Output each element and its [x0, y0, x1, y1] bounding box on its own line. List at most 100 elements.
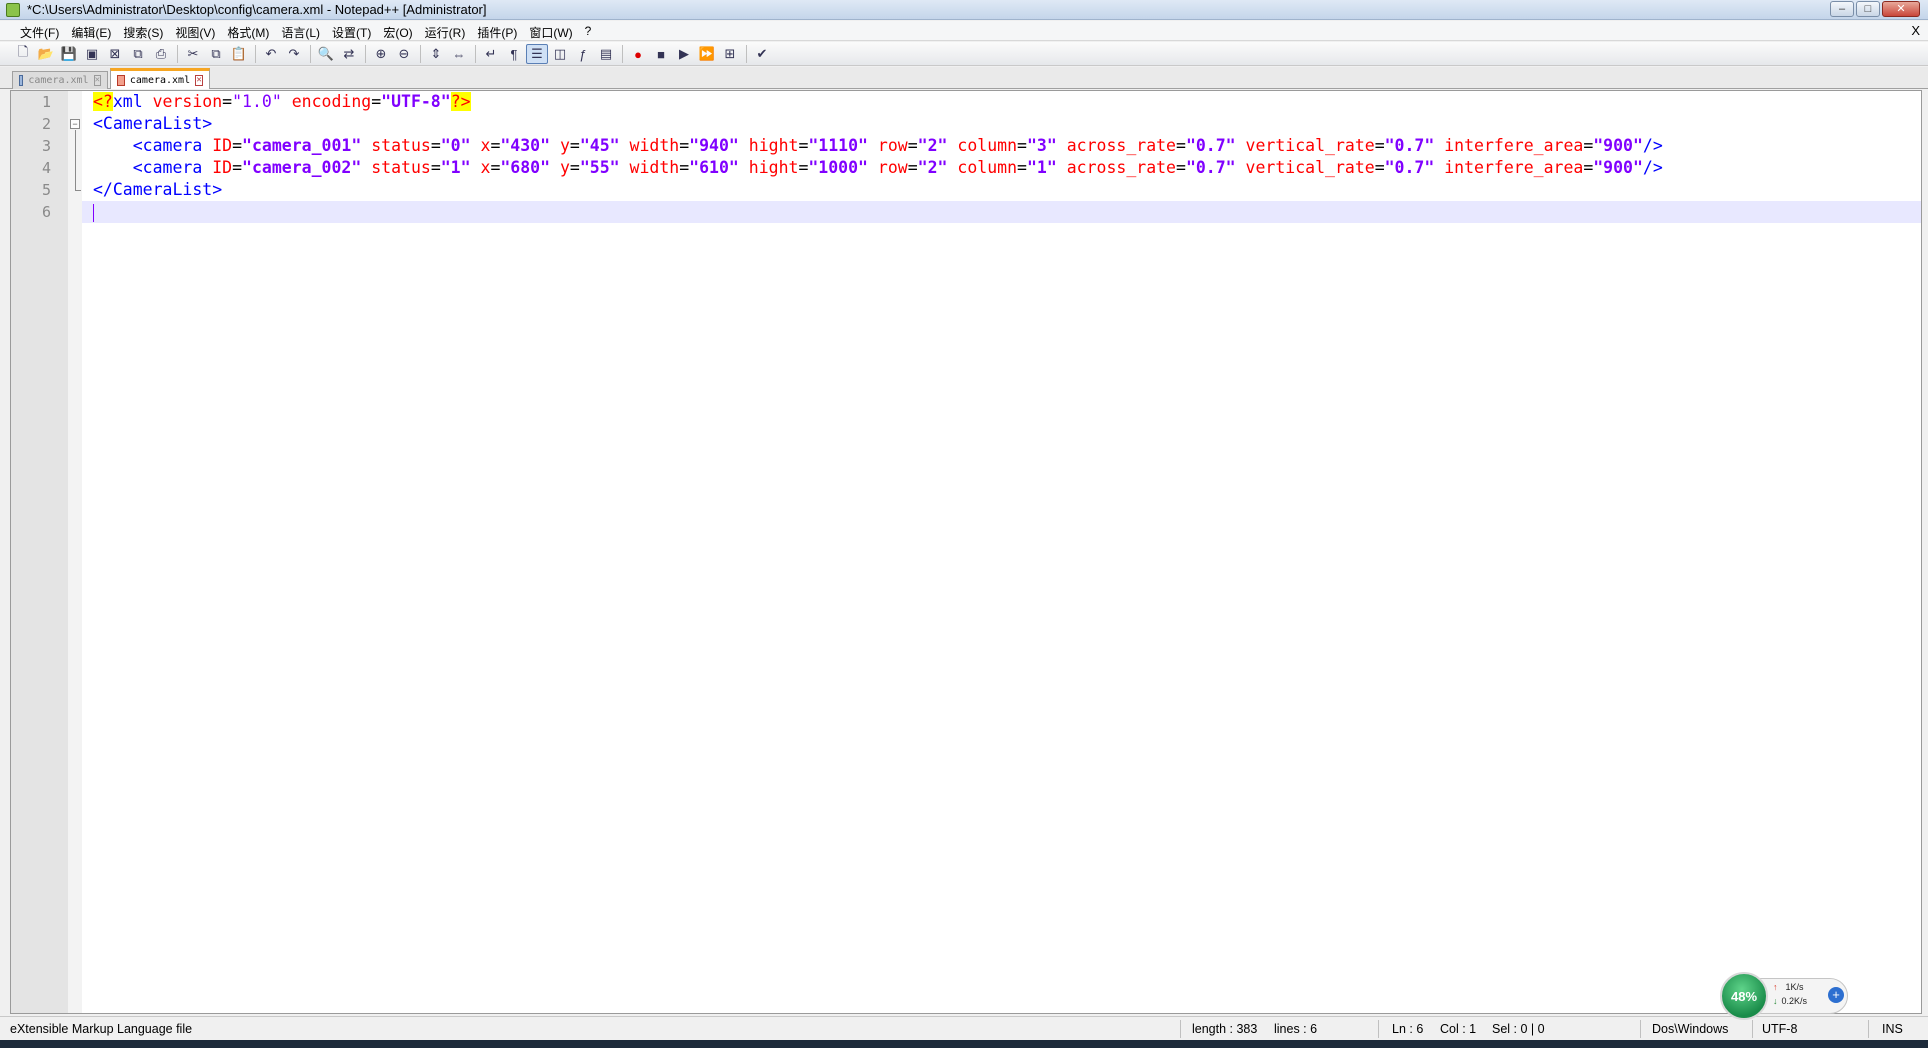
status-sel: Sel : 0 | 0 — [1492, 1022, 1545, 1036]
indent-guide-icon[interactable]: ☰ — [526, 44, 548, 64]
status-separator — [1180, 1020, 1181, 1038]
close-button[interactable]: ✕ — [1882, 1, 1920, 17]
status-encoding[interactable]: UTF-8 — [1762, 1022, 1797, 1036]
sync-horizontal-icon[interactable]: ⇔ — [448, 44, 470, 64]
editor-area[interactable]: 1 2 3 4 5 6 − <?xml version="1.0" encodi… — [10, 90, 1922, 1014]
maximize-button[interactable]: □ — [1856, 1, 1880, 17]
redo-icon[interactable]: ↷ — [283, 44, 305, 64]
line-number-gutter[interactable]: 1 2 3 4 5 6 — [11, 91, 68, 1013]
toolbar-separator — [746, 45, 747, 63]
code-line-6-current[interactable] — [82, 201, 1921, 223]
word-wrap-icon[interactable]: ↵ — [480, 44, 502, 64]
xml-decl-close: ?> — [450, 92, 471, 111]
tab-close-icon[interactable]: ✕ — [93, 75, 101, 86]
toolbar-separator — [177, 45, 178, 63]
status-bar: eXtensible Markup Language file length :… — [0, 1016, 1928, 1040]
close-all-icon[interactable]: ⧉ — [127, 44, 149, 64]
zoom-out-icon[interactable]: ⊖ — [393, 44, 415, 64]
user-define-lang-icon[interactable]: ◫ — [549, 44, 571, 64]
menu-window[interactable]: 窗口(W) — [523, 23, 578, 42]
print-icon[interactable]: ⎙ — [150, 44, 172, 64]
code-line-5[interactable]: </CameraList> — [82, 179, 1921, 201]
menu-list: 文件(F) 编辑(E) 搜索(S) 视图(V) 格式(M) 语言(L) 设置(T… — [14, 23, 597, 42]
status-eol[interactable]: Dos\Windows — [1652, 1022, 1728, 1036]
menu-format[interactable]: 格式(M) — [221, 23, 275, 42]
code-line-4[interactable]: <camera ID="camera_002" status="1" x="68… — [82, 157, 1921, 179]
taskbar-strip — [0, 1040, 1928, 1048]
title-bar[interactable]: *C:\Users\Administrator\Desktop\config\c… — [0, 0, 1928, 20]
line-number: 2 — [41, 115, 51, 133]
minimize-button[interactable]: – — [1830, 1, 1854, 17]
upload-speed-value: 1K/s — [1785, 982, 1804, 992]
undo-icon[interactable]: ↶ — [260, 44, 282, 64]
save-all-icon[interactable]: ▣ — [81, 44, 103, 64]
sync-vertical-icon[interactable]: ⇕ — [425, 44, 447, 64]
code-line-1[interactable]: <?xml version="1.0" encoding="UTF-8"?> — [82, 91, 1921, 113]
window-title: *C:\Users\Administrator\Desktop\config\c… — [27, 2, 487, 17]
open-file-icon[interactable]: 📂 — [35, 44, 57, 64]
copy-icon[interactable]: ⧉ — [205, 44, 227, 64]
download-arrow-icon: ↓ — [1773, 996, 1778, 1006]
code-text-area[interactable]: <?xml version="1.0" encoding="UTF-8"?> <… — [82, 91, 1921, 1013]
stop-macro-icon[interactable]: ■ — [650, 44, 672, 64]
save-macro-icon[interactable]: ⊞ — [719, 44, 741, 64]
code-line-2[interactable]: <CameraList> — [82, 113, 1921, 135]
toolbar-separator — [420, 45, 421, 63]
line-number: 3 — [41, 137, 51, 155]
saved-file-icon — [19, 75, 24, 86]
record-macro-icon[interactable]: ● — [627, 44, 649, 64]
menu-settings[interactable]: 设置(T) — [326, 23, 377, 42]
notepadpp-app-icon[interactable] — [6, 3, 20, 17]
play-macro-icon[interactable]: ▶ — [673, 44, 695, 64]
network-monitor-widget[interactable]: 48% ↑ 1K/s ↓ 0.2K/s + — [1720, 972, 1848, 1020]
xml-decl-name: xml — [112, 92, 143, 111]
attr-value: "UTF-8" — [381, 92, 451, 111]
menu-help[interactable]: ? — [579, 23, 598, 42]
status-insert-mode[interactable]: INS — [1882, 1022, 1903, 1036]
line-number: 1 — [41, 93, 51, 111]
cut-icon[interactable]: ✂ — [182, 44, 204, 64]
paste-icon[interactable]: 📋 — [228, 44, 250, 64]
close-icon[interactable]: ⊠ — [104, 44, 126, 64]
save-icon[interactable]: 💾 — [58, 44, 80, 64]
function-list-icon[interactable]: ƒ — [572, 44, 594, 64]
zoom-in-icon[interactable]: ⊕ — [370, 44, 392, 64]
menu-view[interactable]: 视图(V) — [169, 23, 221, 42]
tab-camera-xml-2[interactable]: camera.xml ✕ — [110, 68, 210, 89]
tag-open: <CameraList> — [93, 114, 213, 133]
menu-edit[interactable]: 编辑(E) — [65, 23, 117, 42]
toolbar-buttons: 🗋 📂 💾 ▣ ⊠ ⧉ ⎙ ✂ ⧉ 📋 ↶ ↷ 🔍 ⇄ ⊕ ⊖ ⇕ ⇔ ↵ ¶ — [12, 44, 774, 64]
text-caret — [93, 203, 94, 222]
show-all-chars-icon[interactable]: ¶ — [503, 44, 525, 64]
tab-camera-xml-1[interactable]: camera.xml ✕ — [12, 71, 108, 89]
status-separator — [1640, 1020, 1641, 1038]
toolbar-separator — [475, 45, 476, 63]
status-file-type: eXtensible Markup Language file — [10, 1022, 193, 1036]
menu-run[interactable]: 运行(R) — [419, 23, 472, 42]
new-file-icon[interactable]: 🗋 — [12, 44, 34, 64]
code-line-3[interactable]: <camera ID="camera_001" status="0" x="43… — [82, 135, 1921, 157]
menu-search[interactable]: 搜索(S) — [117, 23, 169, 42]
tab-bar: camera.xml ✕ camera.xml ✕ — [0, 67, 1928, 89]
doc-map-icon[interactable]: ▤ — [595, 44, 617, 64]
menu-bar: 文件(F) 编辑(E) 搜索(S) 视图(V) 格式(M) 语言(L) 设置(T… — [0, 21, 1928, 41]
run-macro-multiple-icon[interactable]: ⏩ — [696, 44, 718, 64]
fold-collapse-icon[interactable]: − — [70, 119, 80, 129]
status-separator — [1752, 1020, 1753, 1038]
spellcheck-icon[interactable]: ✔ — [751, 44, 773, 64]
accelerate-plus-icon[interactable]: + — [1828, 987, 1844, 1003]
fold-margin[interactable] — [68, 91, 82, 1013]
menu-language[interactable]: 语言(L) — [275, 23, 326, 42]
line-number: 6 — [41, 203, 51, 221]
cpu-gauge[interactable]: 48% — [1720, 972, 1768, 1020]
replace-icon[interactable]: ⇄ — [338, 44, 360, 64]
status-col: Col : 1 — [1440, 1022, 1477, 1036]
tab-close-icon[interactable]: ✕ — [195, 74, 203, 86]
menu-file[interactable]: 文件(F) — [14, 23, 65, 42]
line-number: 5 — [41, 181, 51, 199]
close-document-button[interactable]: X — [1911, 23, 1920, 38]
unsaved-file-icon — [117, 74, 125, 86]
menu-macro[interactable]: 宏(O) — [377, 23, 418, 42]
menu-plugins[interactable]: 插件(P) — [471, 23, 523, 42]
find-icon[interactable]: 🔍 — [315, 44, 337, 64]
